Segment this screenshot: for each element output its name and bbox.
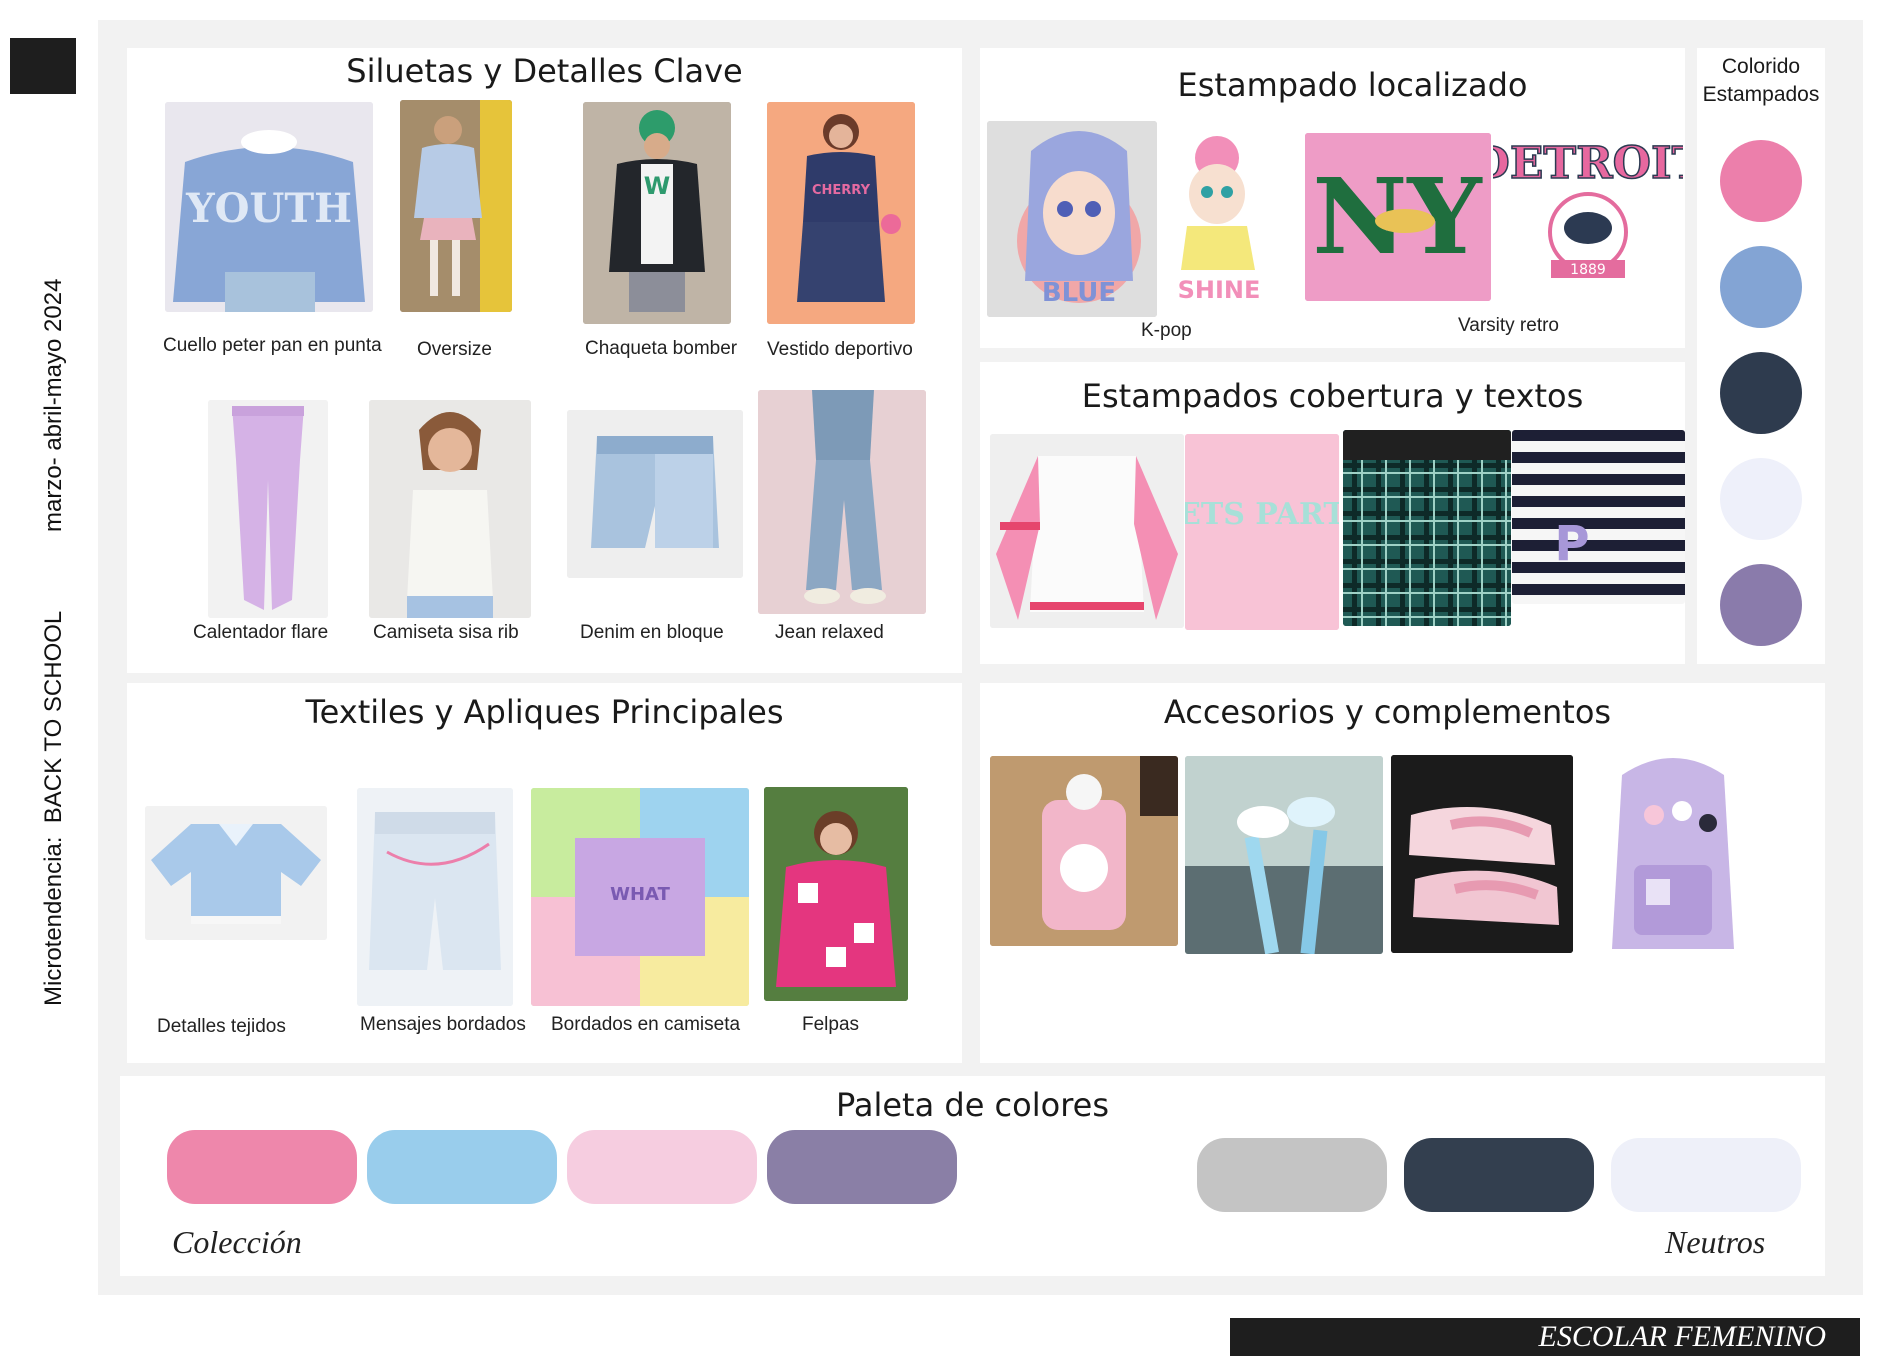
panel-textiles: Textiles y Apliques Principales WHAT Det…	[127, 683, 962, 1063]
print-text-blue: BLUE	[1042, 278, 1116, 308]
corner-black-block	[10, 38, 76, 94]
photo-rib-tank	[369, 400, 531, 618]
panel-accesorios: Accesorios y complementos	[980, 683, 1825, 1063]
photo-embroidered-tees: WHAT	[531, 788, 749, 1006]
caption-kpop: K-pop	[1141, 320, 1192, 341]
print-anime-shine: SHINE	[1161, 130, 1279, 310]
colorido-swatch-2	[1720, 246, 1802, 328]
print-lets-party: LETS PARTY	[1185, 434, 1339, 630]
coleccion-swatch-2	[367, 1130, 557, 1204]
photo-flare-leggings	[208, 400, 328, 618]
svg-text:CHERRY: CHERRY	[812, 183, 871, 198]
print-text-letter: P	[1554, 516, 1589, 572]
caption-varsity-retro: Varsity retro	[1458, 315, 1560, 336]
photo-embroidered-shorts	[357, 788, 513, 1006]
neutros-swatch-3	[1611, 1138, 1801, 1212]
coleccion-label: Colección	[172, 1224, 302, 1260]
caption-siluetas-3: Chaqueta bomber	[585, 338, 738, 359]
trend-prefix: Microtendencia:	[40, 836, 67, 1006]
print-ny-varsity: NY	[1305, 133, 1491, 301]
colorido-swatch-3	[1720, 352, 1802, 434]
photo-denim-shorts	[567, 410, 743, 578]
coleccion-swatch-1	[167, 1130, 357, 1204]
panel-title: Estampados cobertura y textos	[1081, 377, 1584, 415]
photo-sport-dress: CHERRY	[767, 102, 915, 324]
photo-water-bottle	[990, 756, 1178, 946]
colorido-swatch-4	[1720, 458, 1802, 540]
photo-pink-sneakers	[1391, 755, 1573, 953]
print-text-detroit: DETROIT	[1493, 138, 1683, 189]
caption-textiles-1: Detalles tejidos	[157, 1016, 286, 1037]
print-text-party: LETS PARTY	[1185, 497, 1339, 532]
colorido-title: Colorido Estampados	[1697, 53, 1825, 109]
photo-backpack	[1588, 745, 1758, 963]
print-color-block-sweatshirt	[990, 434, 1184, 628]
colorido-swatch-5	[1720, 564, 1802, 646]
panel-title: Siluetas y Detalles Clave	[346, 52, 743, 90]
caption-siluetas-5: Calentador flare	[193, 622, 329, 643]
panel-title: Estampado localizado	[1177, 66, 1528, 104]
photo-peter-pan-sweatshirt: YOUTH	[165, 102, 373, 312]
caption-siluetas-2: Oversize	[417, 339, 492, 360]
caption-textiles-3: Bordados en camiseta	[551, 1014, 741, 1035]
caption-siluetas-4: Vestido deportivo	[767, 339, 913, 360]
panel-paleta: Paleta de colores Colección Neutros	[120, 1076, 1825, 1276]
panel-title: Textiles y Apliques Principales	[305, 693, 784, 731]
panel-title: Accesorios y complementos	[1163, 693, 1612, 731]
coleccion-swatch-3	[567, 1130, 757, 1204]
caption-textiles-2: Mensajes bordados	[360, 1014, 526, 1035]
panel-estampado-localizado: Estampado localizado BLUE SHINE NY DETRO…	[980, 48, 1685, 348]
panel-siluetas: Siluetas y Detalles Clave YOUTH W CHERRY…	[127, 48, 962, 673]
svg-text:WHAT: WHAT	[610, 884, 670, 905]
caption-siluetas-1: Cuello peter pan en punta	[163, 335, 382, 356]
trend-name: BACK TO SCHOOL	[40, 610, 67, 824]
neutros-swatch-1	[1197, 1138, 1387, 1212]
period-label: marzo- abril-mayo 2024	[40, 278, 67, 532]
neutros-swatch-2	[1404, 1138, 1594, 1212]
colorido-swatch-1	[1720, 140, 1802, 222]
print-text-shine: SHINE	[1178, 276, 1261, 304]
photo-bomber-jacket: W	[583, 102, 731, 324]
photo-cloud-pens	[1185, 756, 1383, 954]
photo-oversize	[400, 100, 512, 312]
photo-relaxed-jean	[758, 390, 926, 614]
svg-text:YOUTH: YOUTH	[185, 185, 352, 232]
caption-siluetas-6: Camiseta sisa rib	[373, 622, 519, 643]
caption-siluetas-8: Jean relaxed	[775, 622, 884, 643]
colorido-title-line1: Colorido	[1721, 55, 1801, 78]
coleccion-swatch-4	[767, 1130, 957, 1204]
caption-siluetas-7: Denim en bloque	[580, 622, 724, 643]
print-plaid	[1343, 430, 1511, 626]
footer-category: ESCOLAR FEMENINO	[1538, 1320, 1826, 1353]
colorido-title-line2: Estampados	[1702, 83, 1820, 106]
neutros-label: Neutros	[1665, 1224, 1766, 1260]
caption-textiles-4: Felpas	[802, 1014, 860, 1035]
photo-fleece-jacket	[764, 787, 908, 1001]
trend-label: Microtendencia: BACK TO SCHOOL	[40, 611, 68, 1006]
panel-estampados-cobertura: Estampados cobertura y textos LETS PARTY…	[980, 362, 1685, 664]
panel-colorido: Colorido Estampados	[1697, 48, 1825, 664]
svg-text:W: W	[644, 172, 670, 200]
print-anime-blue: BLUE	[987, 121, 1157, 317]
print-stripes: P	[1512, 430, 1685, 604]
print-text-year: 1889	[1570, 262, 1606, 278]
print-detroit-varsity: DETROIT 1889	[1493, 128, 1683, 300]
panel-title: Paleta de colores	[836, 1086, 1109, 1124]
footer-bar: ESCOLAR FEMENINO	[1230, 1318, 1860, 1356]
photo-knit-top	[145, 806, 327, 940]
